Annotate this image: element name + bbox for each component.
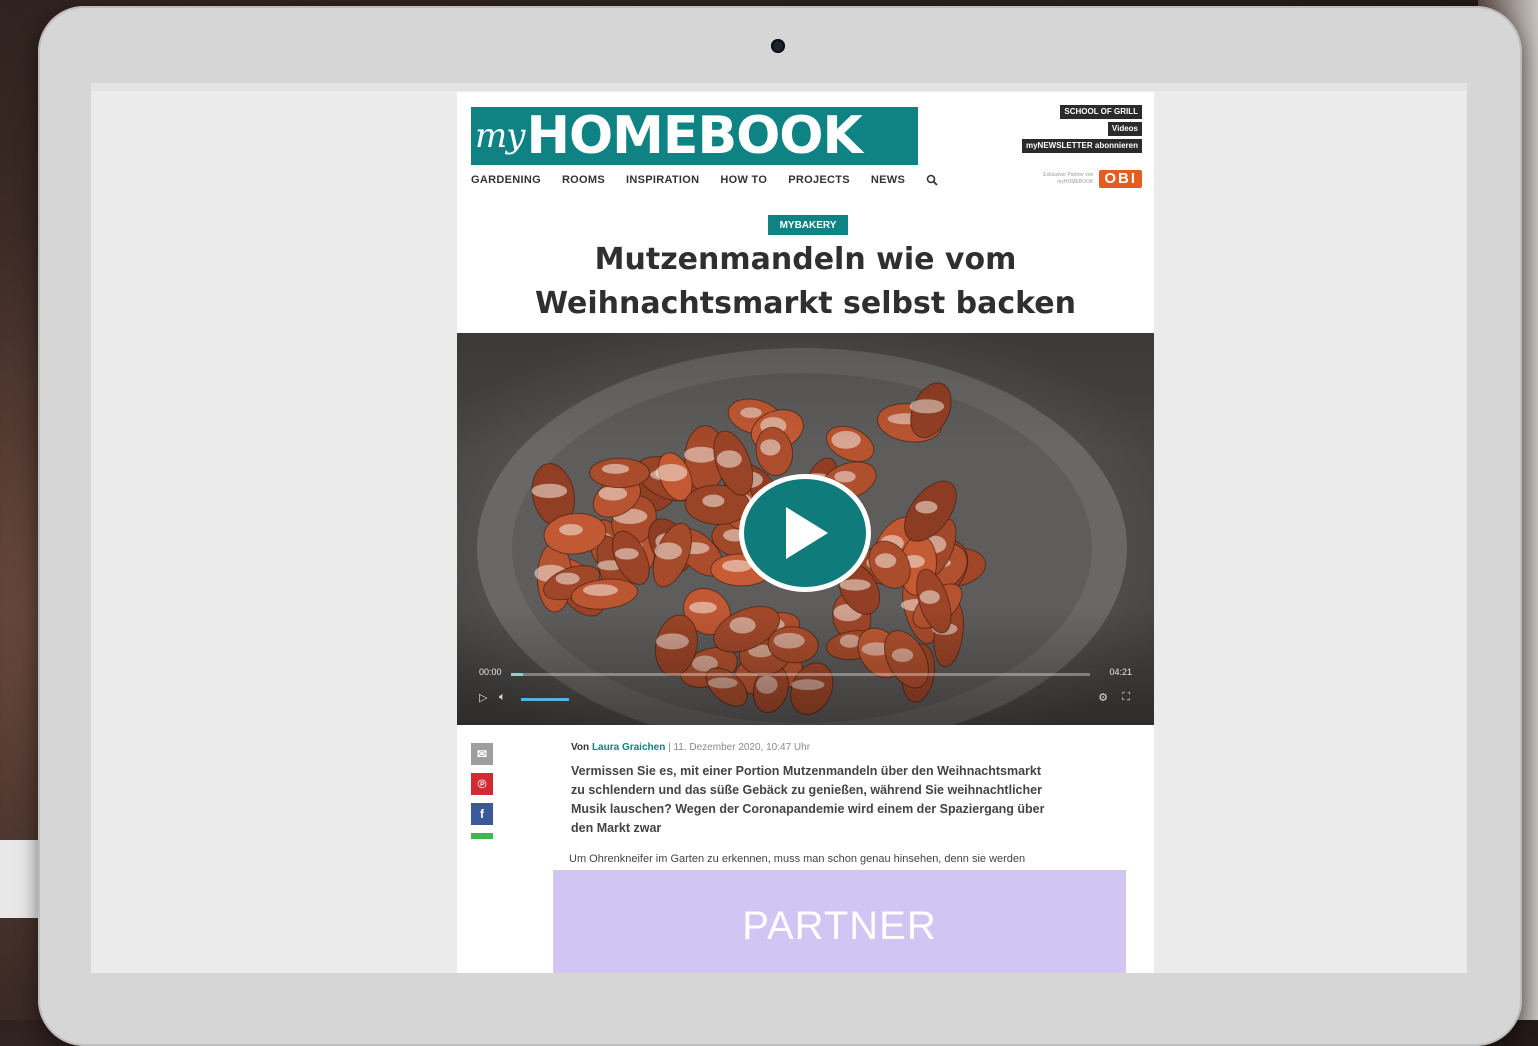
partner-ad[interactable]: PARTNER	[553, 870, 1126, 973]
fullscreen-icon[interactable]: ⛶	[1122, 691, 1130, 704]
nav-projects[interactable]: PROJECTS	[788, 174, 850, 186]
pinterest-icon[interactable]: ℗	[471, 773, 493, 795]
nav-how-to[interactable]: HOW TO	[720, 174, 767, 186]
share-bar: ✉︎ ℗ f	[471, 743, 493, 839]
article-title: Mutzenmandeln wie vom Weihnachtsmarkt se…	[535, 242, 1076, 321]
top-link-school-of-grill[interactable]: SCHOOL OF GRILL	[1060, 105, 1142, 119]
small-play-icon[interactable]: ▷	[479, 691, 487, 704]
logo-prefix: my	[475, 116, 525, 156]
nav-rooms[interactable]: ROOMS	[562, 174, 605, 186]
laptop-frame: my HOMEBOOK SCHOOL OF GRILL Videos myNEW…	[38, 6, 1522, 1046]
partner-ad-label: PARTNER	[742, 903, 937, 948]
search-icon[interactable]	[926, 174, 938, 186]
nav-news[interactable]: NEWS	[871, 174, 905, 186]
byline-prefix: Von	[571, 742, 590, 753]
category-badge[interactable]: MYBAKERY	[768, 215, 848, 235]
mail-icon[interactable]: ✉︎	[471, 743, 493, 765]
video-current-time: 00:00	[479, 667, 502, 677]
play-icon	[786, 507, 828, 559]
webcam	[771, 39, 785, 53]
volume-slider[interactable]	[521, 698, 569, 701]
logo-text: HOMEBOOK	[526, 106, 862, 166]
main-nav: GARDENING ROOMS INSPIRATION HOW TO PROJE…	[471, 174, 938, 186]
article-byline: Von Laura Graichen | 11. Dezember 2020, …	[571, 742, 810, 753]
partner-text: Exklusiver Partner von myHOMEBOOK	[1043, 172, 1094, 185]
top-links: SCHOOL OF GRILL Videos myNEWSLETTER abon…	[1021, 105, 1142, 153]
video-controls: 00:00 04:21 ▷ 🔈︎ ⚙︎ ⛶	[479, 661, 1132, 711]
web-page: my HOMEBOOK SCHOOL OF GRILL Videos myNEW…	[457, 92, 1154, 973]
author-link[interactable]: Laura Graichen	[592, 742, 665, 753]
nav-gardening[interactable]: GARDENING	[471, 174, 541, 186]
volume-icon[interactable]: 🔈︎	[499, 691, 506, 704]
site-logo[interactable]: my HOMEBOOK	[471, 107, 918, 165]
play-button[interactable]	[739, 474, 871, 592]
facebook-icon[interactable]: f	[471, 803, 493, 825]
video-total-time: 04:21	[1109, 667, 1132, 677]
laptop-screen: my HOMEBOOK SCHOOL OF GRILL Videos myNEW…	[91, 83, 1467, 973]
top-link-newsletter[interactable]: myNEWSLETTER abonnieren	[1021, 139, 1142, 153]
article-date: 11. Dezember 2020, 10:47 Uhr	[673, 742, 811, 753]
nav-inspiration[interactable]: INSPIRATION	[626, 174, 699, 186]
video-progress-fill	[511, 673, 523, 676]
partner-sponsor[interactable]: Exklusiver Partner von myHOMEBOOK OBI	[1013, 170, 1142, 188]
whatsapp-icon[interactable]	[471, 833, 493, 839]
article-lead: Vermissen Sie es, mit einer Portion Mutz…	[571, 764, 1045, 835]
obi-logo: OBI	[1099, 170, 1142, 188]
settings-icon[interactable]: ⚙︎	[1098, 691, 1108, 704]
top-link-videos[interactable]: Videos	[1107, 122, 1142, 136]
screen-top-bar	[91, 83, 1467, 91]
background-surface	[0, 840, 38, 918]
video-player[interactable]: 00:00 04:21 ▷ 🔈︎ ⚙︎ ⛶	[457, 333, 1154, 725]
video-progress-bar[interactable]	[511, 673, 1090, 676]
article-excerpt[interactable]: Um Ohrenkneifer im Garten zu erkennen, m…	[569, 853, 1025, 865]
